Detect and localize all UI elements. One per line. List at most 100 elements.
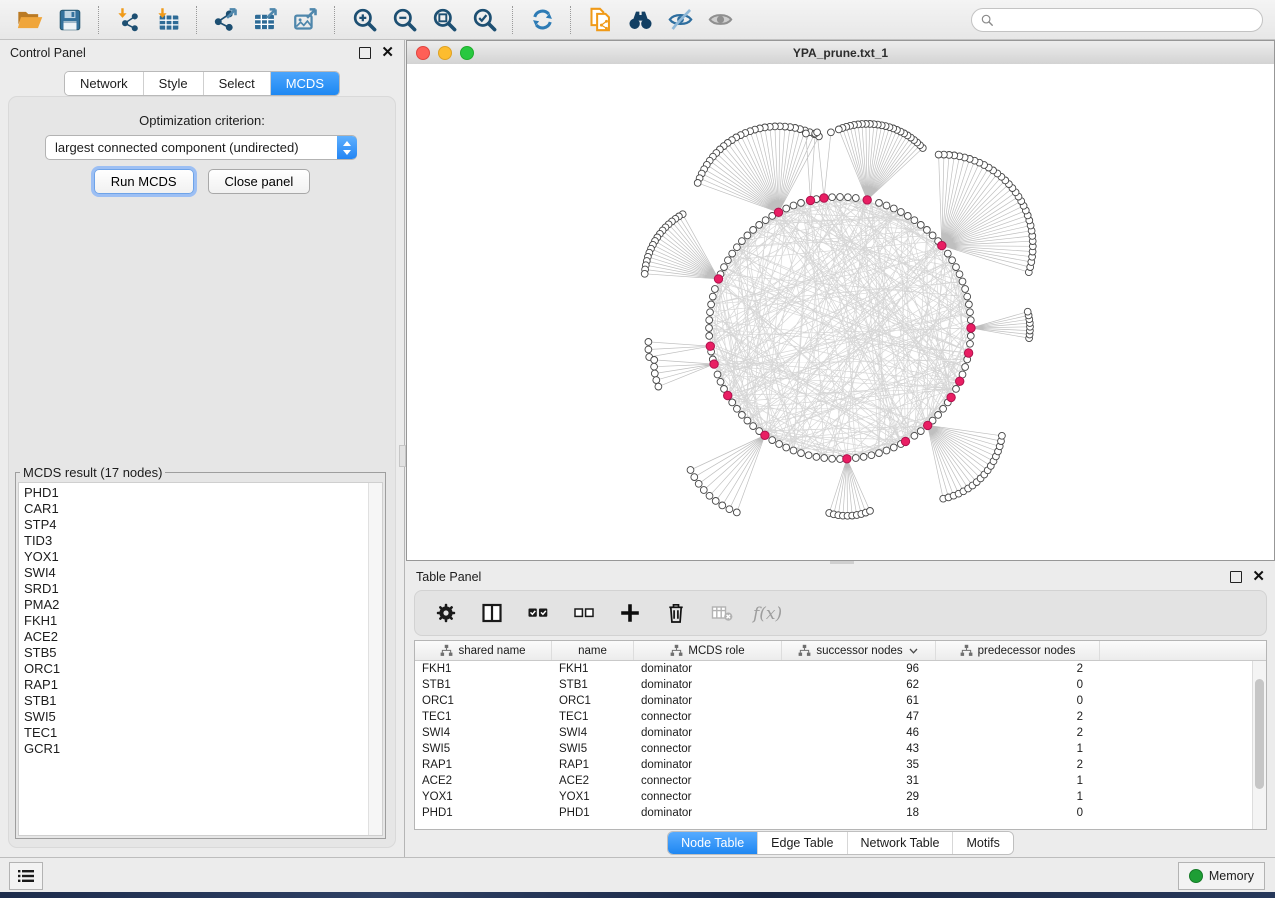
network-node[interactable] (966, 301, 973, 308)
network-node[interactable] (967, 333, 974, 340)
network-node[interactable] (953, 264, 960, 271)
table-row[interactable]: YOX1YOX1connector291 (415, 789, 1266, 805)
network-node[interactable] (953, 386, 960, 393)
search-input[interactable] (1000, 12, 1254, 28)
network-node[interactable] (917, 428, 924, 435)
float-table-panel-icon[interactable] (1230, 571, 1242, 583)
network-node[interactable] (707, 309, 714, 316)
network-hub-node[interactable] (820, 194, 828, 202)
network-node[interactable] (837, 194, 844, 201)
network-node[interactable] (935, 151, 942, 158)
network-node[interactable] (700, 487, 707, 494)
network-node[interactable] (721, 264, 728, 271)
run-mcds-button[interactable]: Run MCDS (94, 169, 194, 194)
network-hub-node[interactable] (706, 342, 714, 350)
network-node[interactable] (709, 293, 716, 300)
network-hub-node[interactable] (964, 349, 972, 357)
network-hub-node[interactable] (924, 421, 932, 429)
table-row[interactable]: TEC1TEC1connector472 (415, 709, 1266, 725)
network-node[interactable] (790, 447, 797, 454)
copy-document-button[interactable] (580, 3, 620, 37)
network-node[interactable] (962, 364, 969, 371)
network-node[interactable] (829, 194, 836, 201)
export-image-button[interactable] (286, 3, 326, 37)
export-network-button[interactable] (206, 3, 246, 37)
network-node[interactable] (739, 412, 746, 419)
column-header-successor-nodes[interactable]: successor nodes (782, 641, 936, 660)
network-hub-node[interactable] (774, 208, 782, 216)
network-node[interactable] (691, 474, 698, 481)
network-node[interactable] (687, 467, 694, 474)
mcds-result-item[interactable]: SWI4 (24, 565, 382, 581)
network-hub-node[interactable] (761, 431, 769, 439)
network-node[interactable] (964, 293, 971, 300)
column-header-name[interactable]: name (552, 641, 634, 660)
save-session-button[interactable] (50, 3, 90, 37)
tab-network-table[interactable]: Network Table (848, 832, 954, 854)
table-settings-button[interactable] (431, 598, 461, 628)
network-hub-node[interactable] (710, 360, 718, 368)
network-node[interactable] (798, 450, 805, 457)
network-node[interactable] (949, 257, 956, 264)
criterion-dropdown[interactable]: largest connected component (undirected) (45, 135, 357, 160)
network-node[interactable] (744, 417, 751, 424)
network-node[interactable] (883, 447, 890, 454)
delete-table-button[interactable] (707, 598, 737, 628)
apply-function-button[interactable]: f(x) (753, 598, 783, 628)
network-node[interactable] (814, 129, 821, 136)
network-node[interactable] (756, 222, 763, 229)
network-hub-node[interactable] (956, 377, 964, 385)
network-node[interactable] (904, 213, 911, 220)
float-panel-icon[interactable] (359, 47, 371, 59)
network-node[interactable] (940, 405, 947, 412)
network-node[interactable] (750, 423, 757, 430)
network-node[interactable] (890, 444, 897, 451)
network-node[interactable] (706, 492, 713, 499)
table-row[interactable]: PHD1PHD1dominator180 (415, 805, 1266, 821)
network-node[interactable] (641, 270, 648, 277)
network-hub-node[interactable] (714, 275, 722, 283)
mcds-result-item[interactable]: ACE2 (24, 629, 382, 645)
network-node[interactable] (762, 217, 769, 224)
tab-select[interactable]: Select (204, 72, 271, 95)
network-node[interactable] (706, 325, 713, 332)
network-node[interactable] (744, 232, 751, 239)
tab-edge-table[interactable]: Edge Table (758, 832, 847, 854)
mcds-result-item[interactable]: PMA2 (24, 597, 382, 613)
network-hub-node[interactable] (724, 391, 732, 399)
mcds-result-item[interactable]: SWI5 (24, 709, 382, 725)
network-node[interactable] (706, 317, 713, 324)
mcds-result-item[interactable]: YOX1 (24, 549, 382, 565)
network-node[interactable] (651, 357, 658, 364)
mcds-list-scrollbar[interactable] (368, 483, 382, 835)
table-row[interactable]: FKH1FKH1dominator962 (415, 661, 1266, 677)
import-table-button[interactable] (148, 3, 188, 37)
network-node[interactable] (655, 383, 662, 390)
network-hub-node[interactable] (863, 196, 871, 204)
network-node[interactable] (956, 271, 963, 278)
import-network-button[interactable] (108, 3, 148, 37)
show-all-button[interactable] (700, 3, 740, 37)
network-node[interactable] (651, 370, 658, 377)
table-row[interactable]: SWI4SWI4dominator462 (415, 725, 1266, 741)
zoom-fit-button[interactable] (424, 3, 464, 37)
tab-motifs[interactable]: Motifs (953, 832, 1012, 854)
delete-column-button[interactable] (661, 598, 691, 628)
network-node[interactable] (734, 405, 741, 412)
mcds-result-item[interactable]: ORC1 (24, 661, 382, 677)
zoom-in-button[interactable] (344, 3, 384, 37)
tab-network[interactable]: Network (65, 72, 144, 95)
mcds-result-item[interactable]: GCR1 (24, 741, 382, 757)
network-hub-node[interactable] (938, 241, 946, 249)
network-node[interactable] (962, 286, 969, 293)
network-node[interactable] (750, 227, 757, 234)
mcds-result-item[interactable]: STP4 (24, 517, 382, 533)
scrollbar-thumb[interactable] (1255, 679, 1264, 789)
network-node[interactable] (967, 317, 974, 324)
network-node[interactable] (876, 450, 883, 457)
zoom-selected-button[interactable] (464, 3, 504, 37)
network-node[interactable] (821, 455, 828, 462)
network-node[interactable] (739, 238, 746, 245)
close-panel-button[interactable]: Close panel (208, 169, 311, 194)
network-node[interactable] (719, 502, 726, 509)
